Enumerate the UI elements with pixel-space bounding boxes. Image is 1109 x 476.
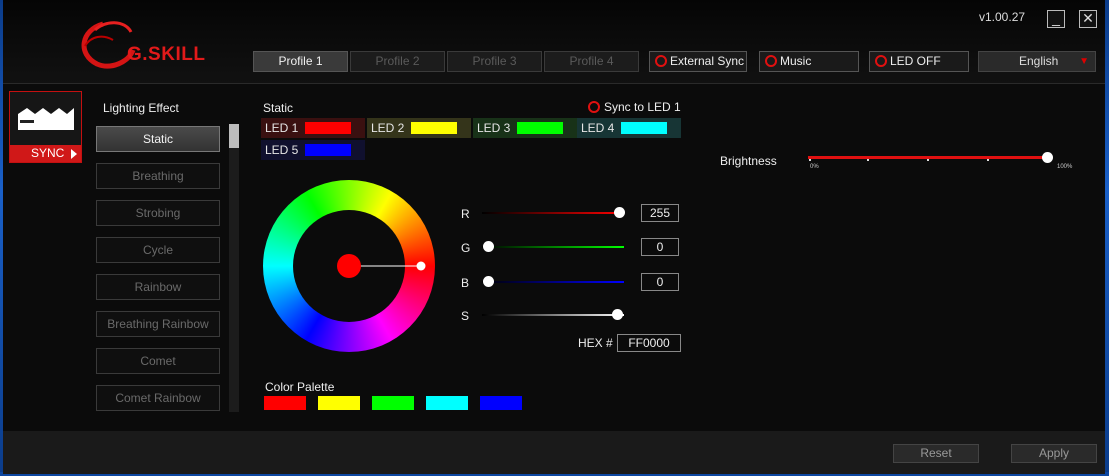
b-slider[interactable]	[482, 281, 624, 283]
language-select[interactable]: English ▼	[978, 51, 1096, 72]
led-1-swatch	[305, 122, 351, 134]
led-2-label: LED 2	[371, 121, 405, 135]
brightness-min-label: 0%	[810, 164, 819, 170]
tab-profile-4[interactable]: Profile 4	[544, 51, 639, 72]
static-title: Static	[263, 101, 294, 115]
effect-strobing[interactable]: Strobing	[96, 200, 220, 226]
sync-label: SYNC	[31, 146, 65, 160]
led-off-label: LED OFF	[890, 54, 941, 68]
g-value-input[interactable]: 0	[641, 238, 679, 256]
led-4-swatch	[621, 122, 667, 134]
external-sync-radio-icon	[655, 55, 667, 67]
effect-breathing[interactable]: Breathing	[96, 163, 220, 189]
palette-swatch-2[interactable]	[318, 396, 360, 410]
s-label: S	[461, 309, 470, 323]
minimize-button[interactable]: _	[1047, 10, 1065, 28]
palette-swatch-1[interactable]	[264, 396, 306, 410]
b-slider-handle[interactable]	[483, 276, 494, 287]
effects-scrollbar[interactable]	[229, 124, 239, 412]
sync-to-led1-label: Sync to LED 1	[604, 100, 681, 114]
brightness-label: Brightness	[720, 154, 777, 168]
led-off-button[interactable]: LED OFF	[869, 51, 969, 72]
effect-comet[interactable]: Comet	[96, 348, 220, 374]
effect-rainbow[interactable]: Rainbow	[96, 274, 220, 300]
brightness-slider-handle[interactable]	[1042, 152, 1053, 163]
r-value-input[interactable]: 255	[641, 204, 679, 222]
tab-profile-2[interactable]: Profile 2	[350, 51, 445, 72]
s-slider[interactable]	[482, 314, 624, 316]
led-1-label: LED 1	[265, 121, 299, 135]
music-radio-icon	[765, 55, 777, 67]
led-2-swatch	[411, 122, 457, 134]
led-3-label: LED 3	[477, 121, 511, 135]
color-wheel-graphic	[263, 180, 435, 352]
tab-profile-1[interactable]: Profile 1	[253, 51, 348, 72]
led-1-selector[interactable]: LED 1	[261, 118, 365, 138]
b-value-input[interactable]: 0	[641, 273, 679, 291]
sync-led1-radio-icon	[588, 101, 600, 113]
effects-scrollbar-thumb[interactable]	[229, 124, 239, 148]
app-window: G.SKILL v1.00.27 _ ✕ Profile 1 Profile 2…	[3, 0, 1105, 474]
language-value: English	[1019, 54, 1059, 68]
r-slider[interactable]	[482, 212, 624, 214]
effect-static[interactable]: Static	[96, 126, 220, 152]
led-2-selector[interactable]: LED 2	[367, 118, 471, 138]
led-off-radio-icon	[875, 55, 887, 67]
led-4-label: LED 4	[581, 121, 615, 135]
ram-module-icon	[18, 108, 74, 130]
palette-swatch-4[interactable]	[426, 396, 468, 410]
apply-button[interactable]: Apply	[1011, 444, 1097, 463]
hex-input[interactable]: FF0000	[617, 334, 681, 352]
led-3-swatch	[517, 122, 563, 134]
chevron-down-icon: ▼	[1079, 56, 1089, 67]
svg-text:G.SKILL: G.SKILL	[127, 44, 205, 65]
g-slider-handle[interactable]	[483, 241, 494, 252]
external-sync-label: External Sync	[670, 54, 745, 68]
led-3-selector[interactable]: LED 3	[473, 118, 577, 138]
brightness-tick	[867, 159, 869, 161]
s-slider-handle[interactable]	[612, 309, 623, 320]
tab-profile-3[interactable]: Profile 3	[447, 51, 542, 72]
version-label: v1.00.27	[979, 10, 1026, 24]
brightness-tick	[809, 159, 811, 161]
sync-bar[interactable]: SYNC	[10, 145, 81, 162]
g-label: G	[461, 241, 471, 255]
arrow-right-icon	[71, 149, 77, 159]
music-label: Music	[780, 54, 812, 68]
desktop-edge-right	[1105, 0, 1109, 476]
effect-cycle[interactable]: Cycle	[96, 237, 220, 263]
module-sync-card[interactable]: SYNC	[9, 91, 82, 163]
lighting-effect-title: Lighting Effect	[103, 101, 179, 115]
external-sync-button[interactable]: External Sync	[649, 51, 747, 72]
sync-to-led1-option[interactable]: Sync to LED 1	[588, 100, 681, 114]
led-5-label: LED 5	[265, 143, 299, 157]
palette-swatch-5[interactable]	[480, 396, 522, 410]
b-label: B	[461, 276, 470, 290]
hex-label: HEX #	[578, 336, 613, 350]
music-button[interactable]: Music	[759, 51, 859, 72]
gskill-logo: G.SKILL	[81, 21, 205, 69]
reset-button[interactable]: Reset	[893, 444, 979, 463]
led-4-selector[interactable]: LED 4	[577, 118, 681, 138]
header-bar: G.SKILL v1.00.27 _ ✕ Profile 1 Profile 2…	[3, 0, 1105, 84]
g-slider[interactable]	[482, 246, 624, 248]
close-button[interactable]: ✕	[1079, 10, 1097, 28]
footer-bar: Reset Apply	[3, 431, 1105, 474]
led-5-selector[interactable]: LED 5	[261, 140, 365, 160]
effect-breathing-rainbow[interactable]: Breathing Rainbow	[96, 311, 220, 337]
r-slider-handle[interactable]	[614, 207, 625, 218]
r-label: R	[461, 207, 470, 221]
palette-swatch-3[interactable]	[372, 396, 414, 410]
led-5-swatch	[305, 144, 351, 156]
brightness-tick	[987, 159, 989, 161]
color-palette-title: Color Palette	[265, 380, 335, 394]
brightness-tick	[927, 159, 929, 161]
brightness-max-label: 100%	[1057, 164, 1073, 170]
effect-comet-rainbow[interactable]: Comet Rainbow	[96, 385, 220, 411]
color-wheel[interactable]	[263, 180, 435, 352]
